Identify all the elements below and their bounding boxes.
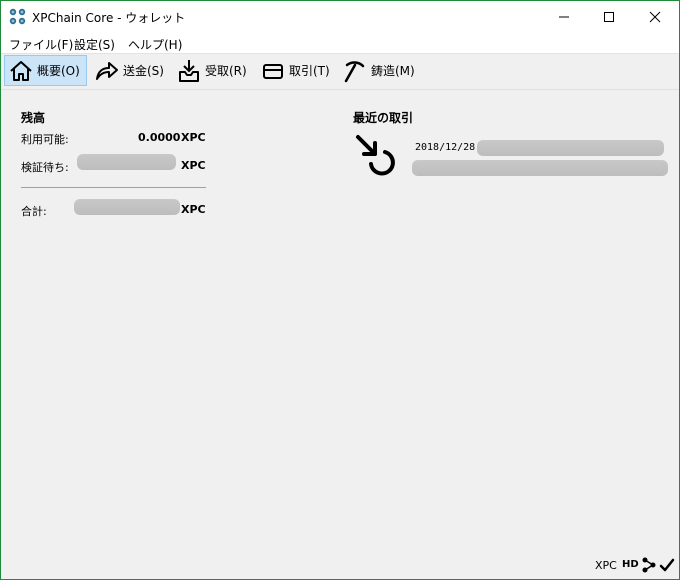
toolbar-divider xyxy=(1,89,679,90)
tab-overview-label: 概要(O) xyxy=(37,64,80,78)
incoming-transaction-icon xyxy=(356,135,395,176)
tab-transactions[interactable]: 取引(T) xyxy=(257,55,332,86)
receive-inbox-icon xyxy=(179,59,199,82)
window-title: XPChain Core - ウォレット xyxy=(32,11,186,25)
available-unit: XPC xyxy=(181,131,206,144)
tab-receive[interactable]: 受取(R) xyxy=(173,55,248,86)
synced-check-icon[interactable] xyxy=(659,556,675,574)
pending-label: 検証待ち: xyxy=(21,161,69,174)
recent-transactions-title: 最近の取引 xyxy=(353,111,414,125)
menu-settings[interactable]: 設定(S) xyxy=(74,36,115,53)
title-bar[interactable]: XPChain Core - ウォレット xyxy=(1,1,679,33)
pending-unit: XPC xyxy=(181,159,206,172)
tab-send-label: 送金(S) xyxy=(123,64,164,78)
send-arrow-icon xyxy=(96,61,118,80)
status-hd-badge: HD xyxy=(622,559,639,570)
home-icon xyxy=(10,60,32,81)
total-value-redacted xyxy=(74,199,180,215)
network-connections-icon[interactable] xyxy=(641,556,657,574)
available-label: 利用可能: xyxy=(21,133,69,146)
toolbar: 概要(O) 送金(S) 受取(R) 取引(T) 鋳造(M) xyxy=(1,53,679,88)
tab-mining[interactable]: 鋳造(M) xyxy=(339,55,419,86)
pickaxe-icon xyxy=(344,60,365,82)
tab-transactions-label: 取引(T) xyxy=(289,64,330,78)
maximize-icon xyxy=(604,12,614,22)
total-unit: XPC xyxy=(181,203,206,216)
tab-mining-label: 鋳造(M) xyxy=(371,64,415,78)
transaction-date: 2018/12/28 xyxy=(415,142,476,153)
close-icon xyxy=(649,11,661,23)
total-label: 合計: xyxy=(21,205,47,218)
transaction-amount-redacted xyxy=(477,140,664,156)
balances-title: 残高 xyxy=(21,111,46,125)
tab-receive-label: 受取(R) xyxy=(205,64,247,78)
close-button[interactable] xyxy=(632,1,678,33)
tab-send[interactable]: 送金(S) xyxy=(91,55,166,86)
menu-bar: ファイル(F) 設定(S) ヘルプ(H) xyxy=(1,33,679,53)
menu-file[interactable]: ファイル(F) xyxy=(9,36,73,53)
balance-divider xyxy=(21,187,206,188)
minimize-icon xyxy=(559,16,569,18)
wallet-window: XPChain Core - ウォレット ファイル(F) 設定(S) ヘルプ(H… xyxy=(0,0,680,580)
transaction-address-redacted xyxy=(412,160,668,176)
minimize-button[interactable] xyxy=(541,1,587,33)
maximize-button[interactable] xyxy=(586,1,632,33)
xpchain-logo-icon xyxy=(9,8,26,25)
menu-help[interactable]: ヘルプ(H) xyxy=(128,36,182,53)
status-unit[interactable]: XPC xyxy=(595,559,617,572)
available-value: 0.0000 xyxy=(138,131,181,144)
tab-overview[interactable]: 概要(O) xyxy=(4,55,87,86)
pending-value-redacted xyxy=(77,154,176,170)
card-icon xyxy=(263,63,283,79)
